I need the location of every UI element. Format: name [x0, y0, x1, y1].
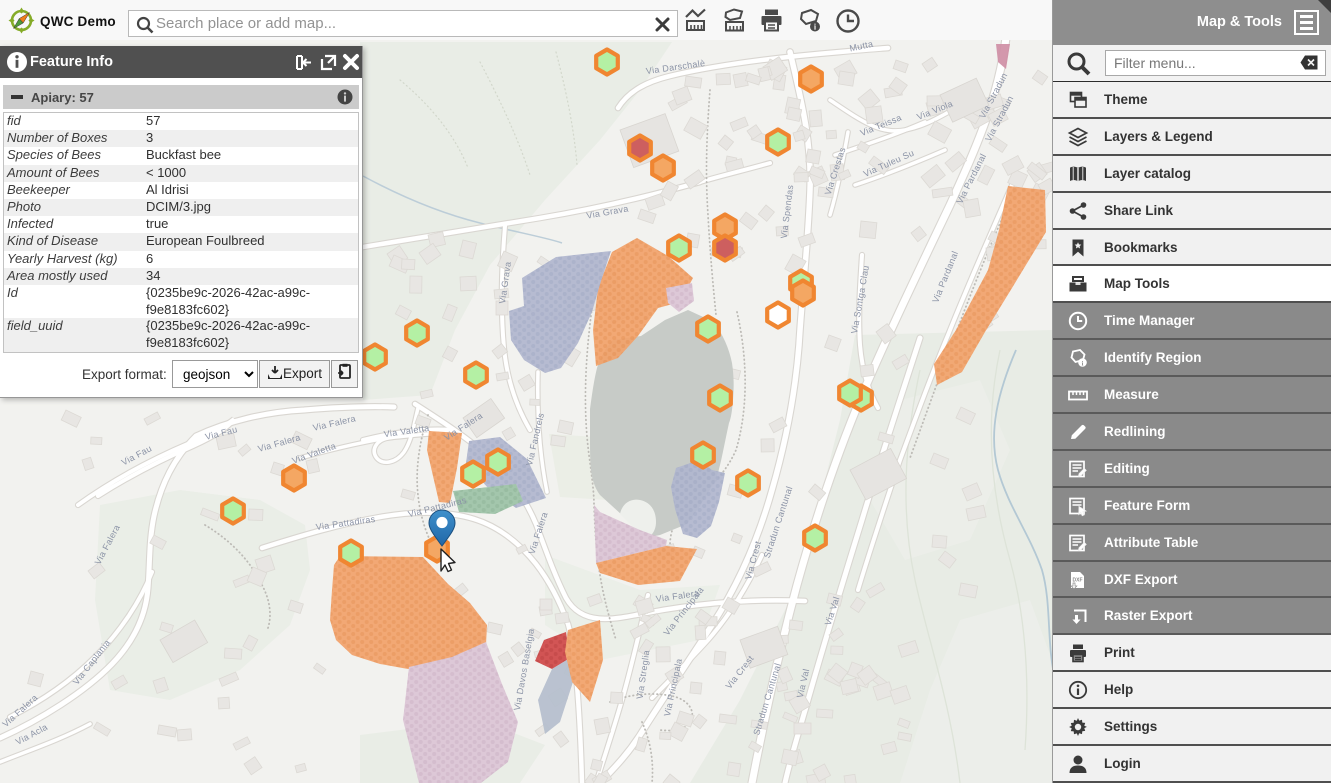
svg-text:DXF: DXF [1073, 577, 1083, 583]
svg-text:i: i [1082, 361, 1084, 368]
